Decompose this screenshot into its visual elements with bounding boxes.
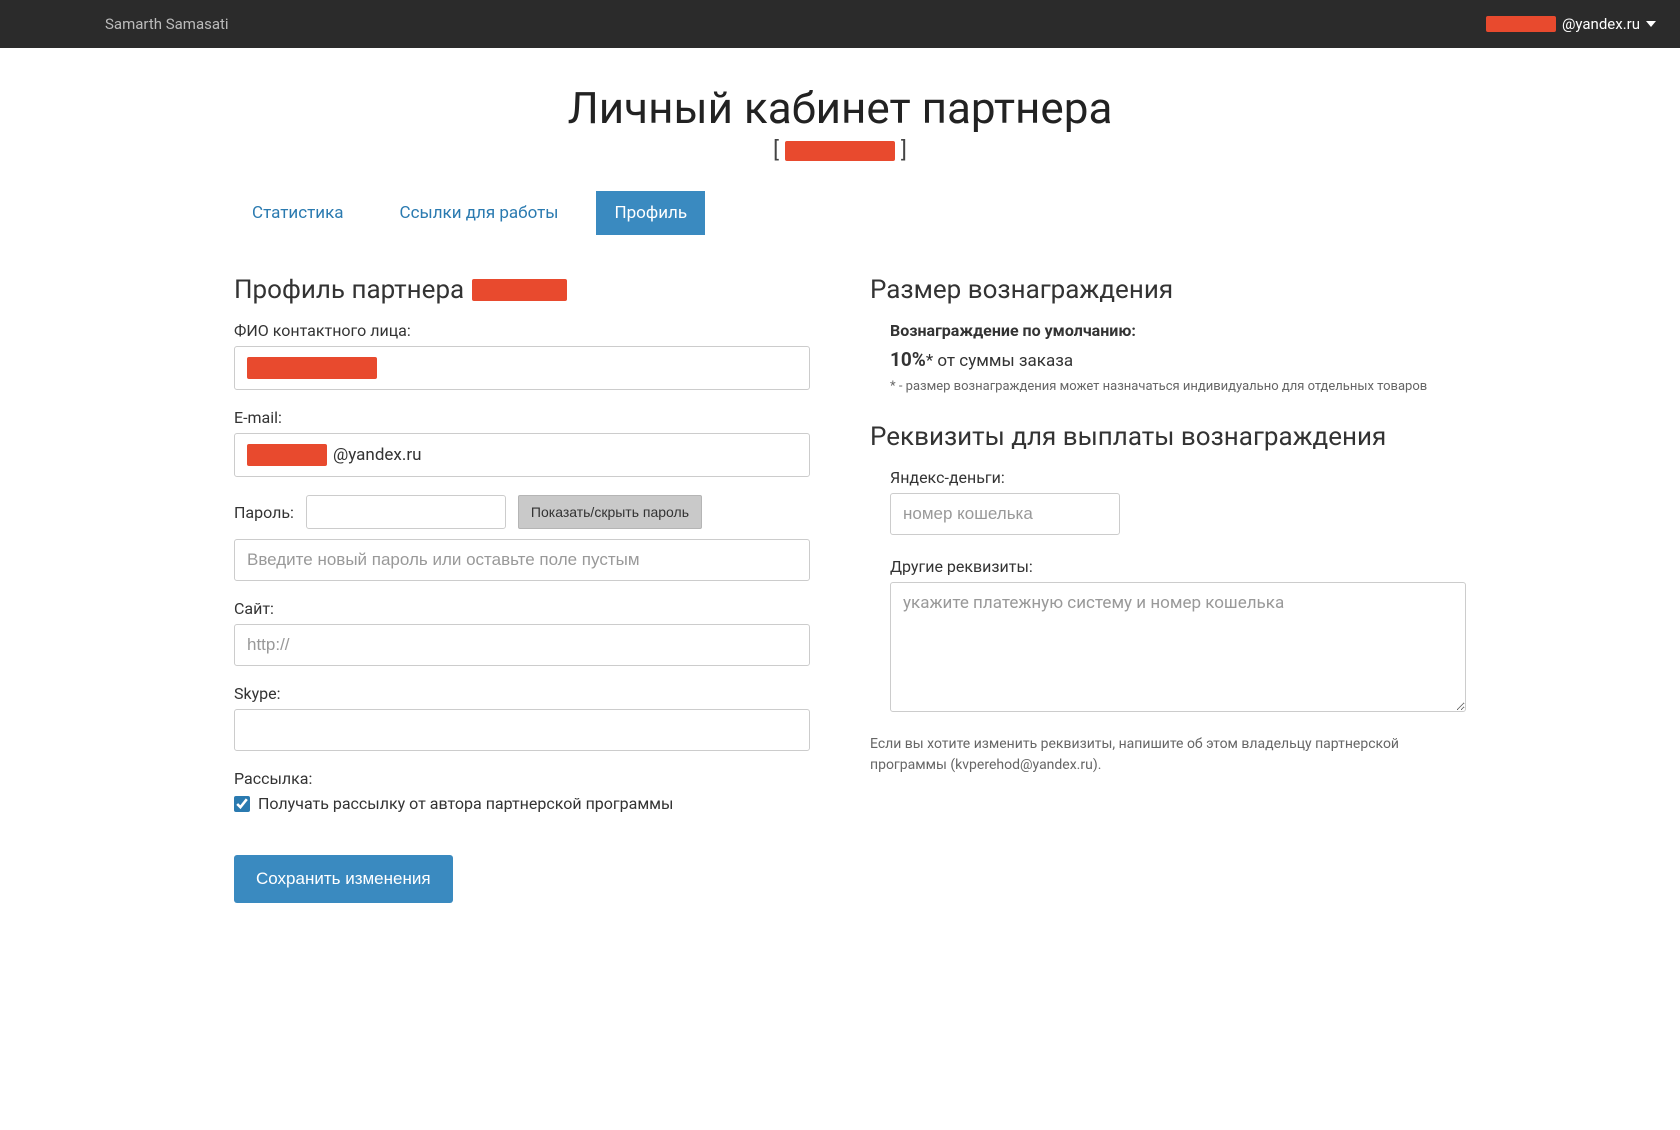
profile-heading: Профиль партнера xyxy=(234,275,810,305)
newsletter-checkbox-label: Получать рассылку от автора партнерской … xyxy=(258,794,673,813)
profile-form: Профиль партнера ФИО контактного лица: E… xyxy=(234,275,810,903)
reward-percent: 10% xyxy=(890,348,926,371)
page-subtitle: [ ] xyxy=(234,138,1446,163)
topbar: Samarth Samasati @yandex.ru xyxy=(0,0,1680,48)
skype-label: Skype: xyxy=(234,684,810,703)
payout-heading: Реквизиты для выплаты вознаграждения xyxy=(870,422,1446,452)
password-current-input[interactable] xyxy=(306,495,506,529)
password-label: Пароль: xyxy=(234,503,294,522)
profile-partner-redacted xyxy=(472,279,567,301)
subtitle-bracket-close: ] xyxy=(901,138,907,163)
newsletter-checkbox[interactable] xyxy=(234,796,250,812)
yandex-money-label: Яндекс-деньги: xyxy=(890,468,1446,487)
reward-value: 10%* от суммы заказа xyxy=(890,348,1446,371)
password-toggle-button[interactable]: Показать/скрыть пароль xyxy=(518,495,702,529)
reward-payout-column: Размер вознаграждения Вознаграждение по … xyxy=(870,275,1446,903)
fio-label: ФИО контактного лица: xyxy=(234,321,810,340)
save-button[interactable]: Сохранить изменения xyxy=(234,855,453,903)
skype-input[interactable] xyxy=(234,709,810,751)
site-input[interactable] xyxy=(234,624,810,666)
tab-profile[interactable]: Профиль xyxy=(596,191,705,235)
user-email-redacted xyxy=(1486,16,1556,32)
other-requisites-label: Другие реквизиты: xyxy=(890,557,1446,576)
profile-heading-text: Профиль партнера xyxy=(234,275,464,305)
fio-value-redacted xyxy=(247,357,377,379)
tab-links[interactable]: Ссылки для работы xyxy=(382,191,577,235)
reward-default-label: Вознаграждение по умолчанию: xyxy=(890,321,1446,340)
email-input[interactable]: @yandex.ru xyxy=(234,433,810,477)
page-title: Личный кабинет партнера xyxy=(234,82,1446,134)
yandex-money-input[interactable] xyxy=(890,493,1120,535)
payout-footnote: Если вы хотите изменить реквизиты, напиш… xyxy=(870,734,1446,776)
site-label: Сайт: xyxy=(234,599,810,618)
subtitle-bracket-open: [ xyxy=(773,138,779,163)
email-label: E-mail: xyxy=(234,408,810,427)
reward-heading: Размер вознаграждения xyxy=(870,275,1446,305)
email-suffix: @yandex.ru xyxy=(333,445,421,465)
tab-statistics[interactable]: Статистика xyxy=(234,191,362,235)
partner-id-redacted xyxy=(785,141,895,161)
fio-input[interactable] xyxy=(234,346,810,390)
other-requisites-textarea[interactable] xyxy=(890,582,1466,712)
reward-disclaimer: * - размер вознаграждения может назначат… xyxy=(890,379,1446,394)
reward-percent-note: * от суммы заказа xyxy=(926,351,1073,371)
user-email-suffix: @yandex.ru xyxy=(1562,15,1640,33)
newsletter-label: Рассылка: xyxy=(234,769,810,788)
chevron-down-icon xyxy=(1646,21,1656,27)
brand-name: Samarth Samasati xyxy=(105,15,229,33)
email-prefix-redacted xyxy=(247,444,327,466)
tabs: Статистика Ссылки для работы Профиль xyxy=(234,191,1446,235)
user-menu[interactable]: @yandex.ru xyxy=(1486,15,1656,33)
password-new-input[interactable] xyxy=(234,539,810,581)
